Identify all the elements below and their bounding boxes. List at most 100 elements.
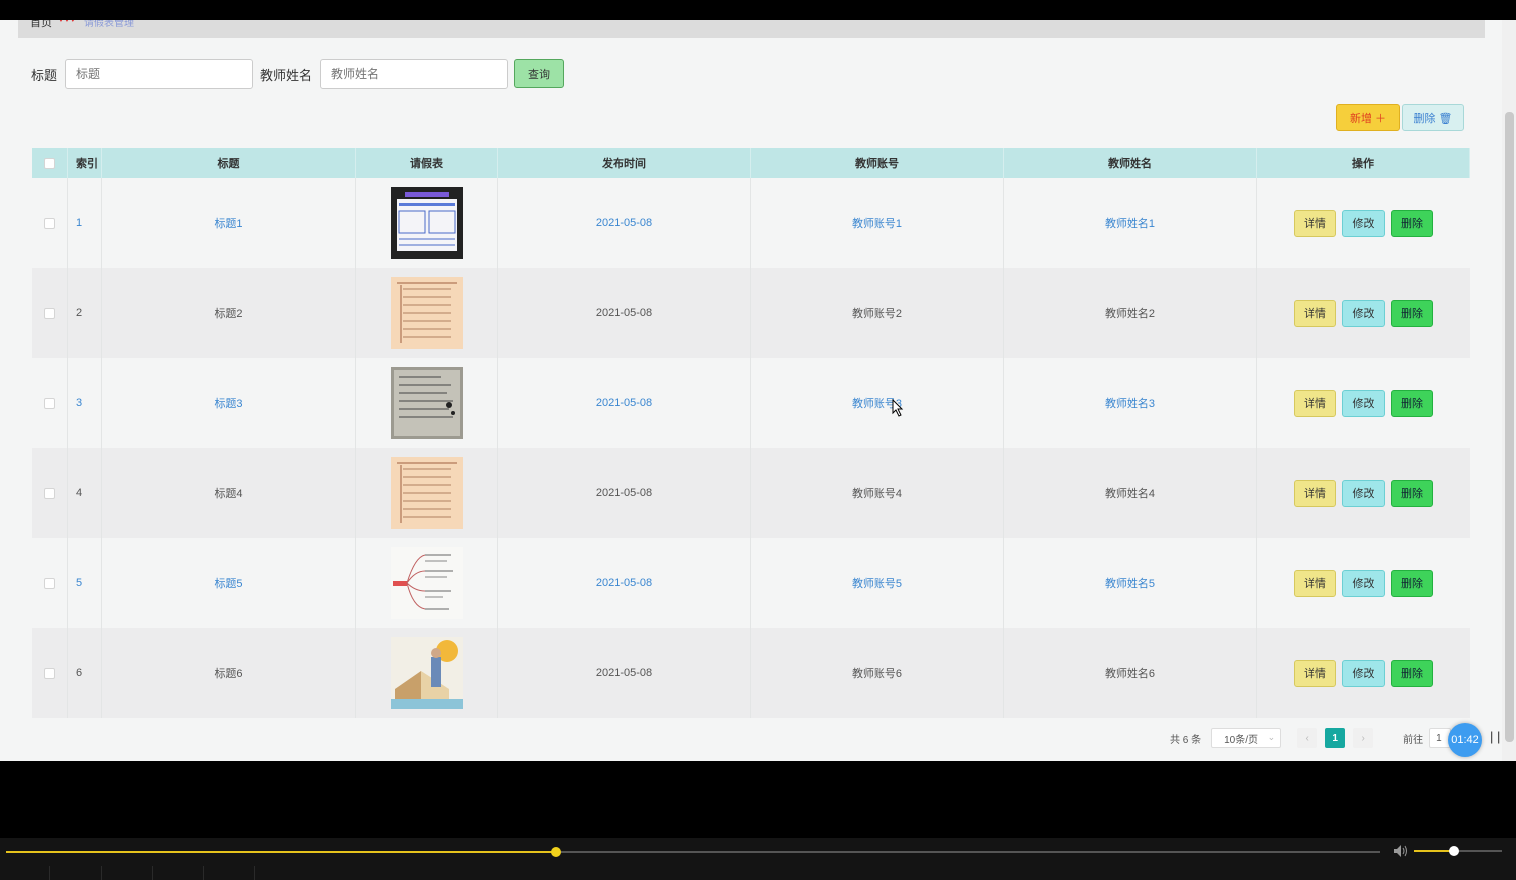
volume-fill: [1414, 850, 1454, 852]
row-time: 2021-05-08: [498, 358, 751, 448]
recording-timer[interactable]: 01:42: [1448, 723, 1482, 757]
delete-button[interactable]: 删除: [1391, 209, 1433, 237]
row-checkbox-cell: [32, 268, 68, 358]
volume-handle[interactable]: [1449, 846, 1459, 856]
player-segment: [50, 866, 102, 880]
breadcrumb-current: 请假表管理: [84, 20, 134, 29]
delete-button[interactable]: 删除: [1391, 659, 1433, 687]
edit-button[interactable]: 修改: [1342, 209, 1385, 237]
player-segment: [153, 866, 204, 880]
header-ops: 操作: [1257, 148, 1470, 178]
delete-button[interactable]: 删除: [1391, 389, 1433, 417]
delete-button[interactable]: 删除: [1391, 479, 1433, 507]
page-size-select[interactable]: 10条/页 ⌄: [1211, 728, 1282, 748]
table-header: 索引 标题 请假表 发布时间 教师账号 教师姓名 操作: [32, 148, 1470, 178]
progress-handle[interactable]: [551, 847, 561, 857]
detail-button[interactable]: 详情: [1294, 659, 1336, 687]
row-time: 2021-05-08: [498, 538, 751, 628]
row-checkbox[interactable]: [44, 307, 55, 319]
form-thumbnail[interactable]: [390, 637, 463, 709]
select-all-checkbox[interactable]: [44, 157, 55, 169]
total-count: 共 6 条: [1170, 734, 1202, 746]
header-form: 请假表: [356, 148, 498, 178]
row-index: 1: [68, 178, 102, 268]
row-teacher-name: 教师姓名6: [1004, 628, 1257, 718]
prev-page-button[interactable]: ‹: [1297, 728, 1318, 748]
row-title: 标题6: [102, 628, 356, 718]
delete-button[interactable]: 删除: [1391, 299, 1433, 327]
edit-button[interactable]: 修改: [1342, 299, 1385, 327]
volume-icon[interactable]: [1393, 844, 1409, 858]
form-image-cell: [356, 268, 498, 358]
current-page[interactable]: 1: [1325, 728, 1346, 748]
video-player-bar: [0, 838, 1516, 880]
row-ops: 详情 修改 删除: [1257, 268, 1470, 358]
edit-button[interactable]: 修改: [1342, 659, 1385, 687]
teacher-name-label: 教师姓名: [260, 67, 313, 83]
detail-button[interactable]: 详情: [1294, 389, 1336, 417]
add-button[interactable]: 新增 ＋: [1336, 104, 1400, 131]
form-image-cell: [356, 358, 498, 448]
row-ops: 详情 修改 删除: [1257, 628, 1470, 718]
row-index: 2: [68, 268, 102, 358]
edit-button[interactable]: 修改: [1342, 479, 1385, 507]
admin-page: 首页 ♥♥♥ 请假表管理 标题 教师姓名 查询 新增 ＋ 删除 🗑 索引 标题 …: [0, 20, 1516, 761]
row-index: 6: [68, 628, 102, 718]
teacher-name-input[interactable]: [320, 59, 509, 89]
pagination: 共 6 条 10条/页 ⌄ ‹ 1 › 前往 1: [1170, 728, 1452, 748]
row-time: 2021-05-08: [498, 628, 751, 718]
form-image-cell: [356, 178, 498, 268]
page-size-value: 10条/页: [1224, 734, 1259, 746]
row-account: 教师账号3: [751, 358, 1004, 448]
row-checkbox[interactable]: [44, 217, 55, 229]
row-checkbox[interactable]: [44, 667, 55, 679]
heart-icon: ♥♥♥: [58, 20, 76, 25]
title-label: 标题: [31, 67, 58, 83]
form-thumbnail[interactable]: [390, 547, 463, 619]
row-title: 标题4: [102, 448, 356, 538]
header-index: 索引: [68, 148, 102, 178]
table-row: 6 标题6 2021-05-08 教师账号6 教师姓名6 详情 修改 删除: [32, 628, 1470, 718]
edit-button[interactable]: 修改: [1342, 389, 1385, 417]
row-teacher-name: 教师姓名4: [1004, 448, 1257, 538]
row-title: 标题2: [102, 268, 356, 358]
form-thumbnail[interactable]: [390, 187, 463, 259]
row-checkbox[interactable]: [44, 487, 55, 499]
row-index: 4: [68, 448, 102, 538]
row-teacher-name: 教师姓名5: [1004, 538, 1257, 628]
goto-label: 前往: [1403, 734, 1424, 746]
edit-button[interactable]: 修改: [1342, 569, 1385, 597]
delete-button[interactable]: 删除: [1391, 569, 1433, 597]
row-time: 2021-05-08: [498, 178, 751, 268]
scrollbar-thumb[interactable]: [1505, 112, 1514, 742]
detail-button[interactable]: 详情: [1294, 569, 1336, 597]
player-segment: [0, 866, 50, 880]
form-thumbnail[interactable]: [390, 277, 463, 349]
breadcrumb-home[interactable]: 首页: [30, 20, 52, 30]
query-button[interactable]: 查询: [514, 59, 564, 88]
form-thumbnail[interactable]: [390, 457, 463, 529]
form-thumbnail[interactable]: [390, 367, 463, 439]
leave-table: 索引 标题 请假表 发布时间 教师账号 教师姓名 操作 1 标题1 2021-0…: [32, 148, 1470, 718]
table-row: 5 标题5 2021-05-08 教师账号5 教师姓名5 详情 修改 删除: [32, 538, 1470, 628]
row-ops: 详情 修改 删除: [1257, 358, 1470, 448]
row-checkbox[interactable]: [44, 397, 55, 409]
row-checkbox-cell: [32, 628, 68, 718]
next-page-button[interactable]: ›: [1353, 728, 1374, 748]
header-title: 标题: [102, 148, 356, 178]
row-index: 3: [68, 358, 102, 448]
row-title: 标题3: [102, 358, 356, 448]
player-segment: [204, 866, 255, 880]
title-input[interactable]: [65, 59, 254, 89]
detail-button[interactable]: 详情: [1294, 209, 1336, 237]
batch-delete-button[interactable]: 删除 🗑: [1402, 104, 1464, 131]
header-account: 教师账号: [751, 148, 1004, 178]
row-checkbox[interactable]: [44, 577, 55, 589]
pause-icon[interactable]: | |: [1490, 729, 1500, 744]
select-all-cell: [32, 148, 68, 178]
row-checkbox-cell: [32, 538, 68, 628]
row-teacher-name: 教师姓名3: [1004, 358, 1257, 448]
detail-button[interactable]: 详情: [1294, 479, 1336, 507]
row-ops: 详情 修改 删除: [1257, 178, 1470, 268]
detail-button[interactable]: 详情: [1294, 299, 1336, 327]
